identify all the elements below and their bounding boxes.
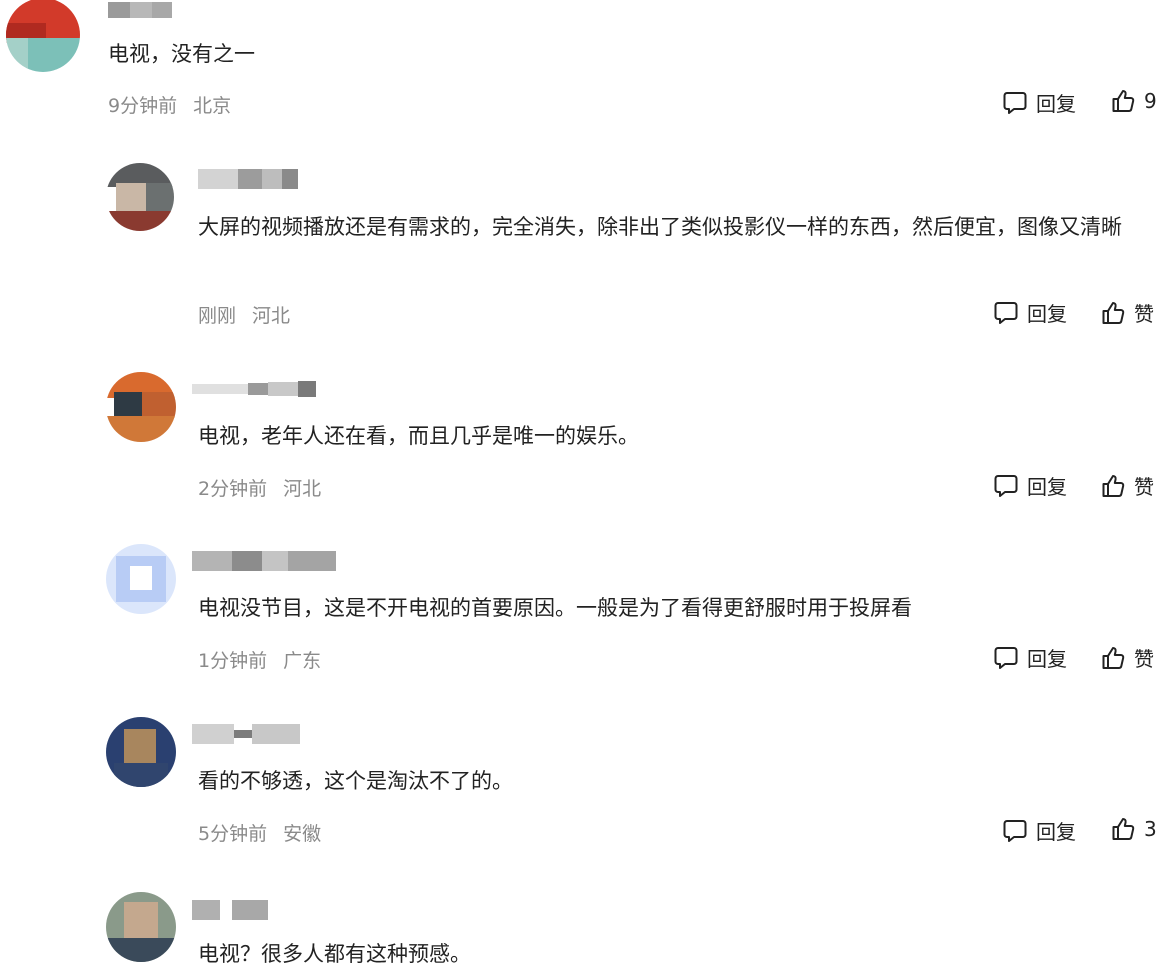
comment-location: 河北 [283, 478, 322, 500]
reply-button[interactable]: 回复 [993, 643, 1067, 672]
comment-meta: 1分钟前 广东 [198, 646, 321, 673]
comment-time: 1分钟前 [198, 650, 268, 672]
avatar[interactable] [106, 372, 176, 442]
comment-meta: 2分钟前 河北 [198, 474, 321, 501]
comment-location: 安徽 [283, 823, 322, 845]
like-button[interactable]: 赞 [1100, 471, 1154, 500]
like-label: 赞 [1134, 302, 1154, 326]
reply-button[interactable]: 回复 [993, 471, 1067, 500]
comment-icon [1003, 91, 1027, 114]
thumbs-up-icon [1112, 818, 1135, 840]
comment-text: 电视？很多人都有这种预感。 [198, 942, 471, 966]
comment-text: 电视没节目，这是不开电视的首要原因。一般是为了看得更舒服时用于投屏看 [198, 596, 912, 620]
reply-label: 回复 [1027, 302, 1067, 326]
comment-meta: 9分钟前 北京 [108, 91, 231, 118]
comment-time: 5分钟前 [198, 823, 268, 845]
reply-label: 回复 [1036, 92, 1076, 116]
comment-icon [994, 301, 1018, 324]
reply-label: 回复 [1036, 820, 1076, 844]
comment-time: 9分钟前 [108, 95, 178, 117]
comment-icon [994, 474, 1018, 497]
comment-icon [994, 646, 1018, 669]
comment-text: 电视，没有之一 [108, 42, 255, 66]
avatar[interactable] [6, 0, 80, 72]
avatar[interactable] [106, 544, 176, 614]
reply-label: 回复 [1027, 647, 1067, 671]
username-blurred[interactable] [192, 551, 336, 571]
comment-item: 电视没节目，这是不开电视的首要原因。一般是为了看得更舒服时用于投屏看 1分钟前 … [0, 542, 1174, 692]
comment-meta: 5分钟前 安徽 [198, 819, 321, 846]
comment-time: 刚刚 [198, 305, 237, 327]
comment-icon [1003, 819, 1027, 842]
username-blurred[interactable] [108, 0, 172, 20]
thumbs-up-icon [1102, 301, 1125, 324]
thumbs-up-icon [1112, 90, 1135, 112]
thumbs-up-icon [1102, 474, 1125, 497]
like-count: 9 [1144, 89, 1157, 113]
like-button[interactable]: 3 [1110, 816, 1157, 842]
comment-text: 电视，老年人还在看，而且几乎是唯一的娱乐。 [198, 424, 639, 448]
like-button[interactable]: 赞 [1100, 643, 1154, 672]
like-label: 赞 [1134, 475, 1154, 499]
username-blurred[interactable] [192, 724, 300, 744]
username-blurred[interactable] [192, 900, 268, 920]
avatar[interactable] [106, 717, 176, 787]
comment-meta: 刚刚 河北 [198, 301, 290, 328]
reply-label: 回复 [1027, 475, 1067, 499]
reply-button[interactable]: 回复 [1002, 816, 1076, 845]
comment-item: 电视，老年人还在看，而且几乎是唯一的娱乐。 2分钟前 河北 回复 赞 [0, 370, 1174, 520]
comment-text: 大屏的视频播放还是有需求的，完全消失，除非出了类似投影仪一样的东西，然后便宜，图… [198, 215, 1122, 239]
reply-button[interactable]: 回复 [993, 298, 1067, 327]
like-count: 3 [1144, 817, 1157, 841]
username-blurred[interactable] [192, 379, 316, 399]
comment-item: 电视，没有之一 9分钟前 北京 回复 9 [0, 0, 1174, 130]
avatar[interactable] [106, 892, 176, 962]
like-button[interactable]: 9 [1110, 88, 1157, 114]
comment-text: 看的不够透，这个是淘汰不了的。 [198, 769, 513, 793]
comment-location: 广东 [283, 650, 322, 672]
like-button[interactable]: 赞 [1100, 298, 1154, 327]
reply-button[interactable]: 回复 [1002, 88, 1076, 117]
comment-location: 河北 [252, 305, 291, 327]
comment-item: 电视？很多人都有这种预感。 [0, 888, 1174, 972]
comment-location: 北京 [193, 95, 232, 117]
comment-time: 2分钟前 [198, 478, 268, 500]
like-label: 赞 [1134, 647, 1154, 671]
thumbs-up-icon [1102, 646, 1125, 669]
comment-item: 大屏的视频播放还是有需求的，完全消失，除非出了类似投影仪一样的东西，然后便宜，图… [0, 160, 1174, 350]
avatar[interactable] [106, 163, 174, 231]
username-blurred[interactable] [198, 169, 298, 189]
comment-item: 看的不够透，这个是淘汰不了的。 5分钟前 安徽 回复 3 [0, 715, 1174, 865]
